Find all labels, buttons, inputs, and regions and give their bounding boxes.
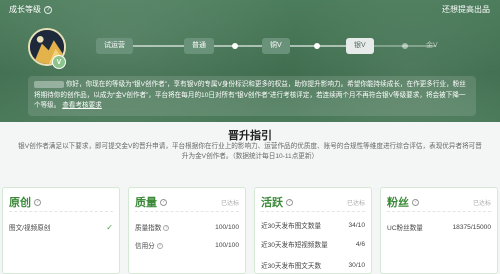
view-requirements-link[interactable]: 查看考核要求 xyxy=(62,102,102,109)
help-icon[interactable]: ? xyxy=(34,198,41,206)
row-value: 100/100 xyxy=(215,241,239,249)
card-row: 近30天发布图文天数 30/10 xyxy=(261,260,365,271)
card-row: UC粉丝数量 18375/15000 xyxy=(387,222,491,233)
guide-description: 银V创作者满足以下要求，即可提交金V的晋升申请，平台根据你在行业上的影响力、运营… xyxy=(18,143,482,160)
level-trial: 试运营 xyxy=(96,38,133,54)
level-banner: 成长等级 ? 还想提高出品 V 试运营 普通 铜V 银V 金V 你好，你现在的等… xyxy=(0,0,500,122)
row-value: 30/10 xyxy=(348,261,365,269)
help-icon[interactable]: ? xyxy=(286,198,293,206)
row-label: 图文/视频原创 xyxy=(9,225,51,232)
row-label: 质量指数 xyxy=(135,225,162,232)
level-bronze: 铜V xyxy=(262,38,290,54)
vip-badge-label: V xyxy=(56,58,62,66)
card-quality: 质量 ? 已达标 质量指数? 100/100 信用分? 100/100 xyxy=(128,187,246,274)
row-label: 近30天发布短视频数量 xyxy=(261,242,328,249)
card-row: 信用分? 100/100 xyxy=(135,240,239,251)
row-label: 信用分 xyxy=(135,243,155,250)
check-icon: ✓ xyxy=(106,222,113,232)
row-value: 34/10 xyxy=(348,221,365,229)
card-row: 图文/视频原创 ✓ xyxy=(9,222,113,233)
help-icon[interactable]: ? xyxy=(163,225,170,232)
card-row: 质量指数? 100/100 xyxy=(135,222,239,233)
row-label: UC粉丝数量 xyxy=(387,225,423,232)
row-value: 18375/15000 xyxy=(452,223,491,231)
row-label: 近30天发布图文数量 xyxy=(261,223,322,230)
card-row: 近30天发布短视频数量 4/6 xyxy=(261,239,365,250)
guide-title: 晋升指引 xyxy=(228,130,272,142)
masked-username xyxy=(34,80,64,88)
row-value: 4/6 xyxy=(355,240,365,248)
status-badge: 已达标 xyxy=(220,201,239,207)
divider xyxy=(261,211,365,212)
divider xyxy=(135,211,239,212)
card-row: 近30天发布图文数量 34/10 xyxy=(261,220,365,231)
card-title: 原创 xyxy=(9,197,31,209)
level-dot xyxy=(314,43,320,49)
level-gold: 金V xyxy=(426,42,438,49)
card-title: 活跃 xyxy=(261,197,283,209)
growth-level-label: 成长等级 xyxy=(9,5,41,14)
level-dot xyxy=(232,43,238,49)
row-value: 100/100 xyxy=(215,223,239,231)
status-badge: 已达标 xyxy=(346,201,365,207)
card-activity: 活跃 ? 已达标 近30天发布图文数量 34/10 近30天发布短视频数量 4/… xyxy=(254,187,372,274)
card-title: 质量 xyxy=(135,197,157,209)
divider xyxy=(387,211,491,212)
help-icon[interactable]: ? xyxy=(412,198,419,206)
divider xyxy=(9,211,113,212)
vip-badge-icon: V xyxy=(52,55,66,69)
status-badge: 已达标 xyxy=(472,201,491,207)
level-silver-current: 银V xyxy=(346,38,374,54)
row-label: 近30天发布图文天数 xyxy=(261,263,322,270)
level-notice: 你好，你现在的等级为“银V创作者”，享有银V的专属V身份标识和更多的权益，助你提… xyxy=(28,76,476,116)
header-link[interactable]: 还想提高出品 xyxy=(442,4,490,15)
help-icon[interactable]: ? xyxy=(160,198,167,206)
card-fans: 粉丝 ? 已达标 UC粉丝数量 18375/15000 xyxy=(380,187,498,274)
level-normal: 普通 xyxy=(184,38,214,54)
help-icon[interactable]: ? xyxy=(156,243,163,250)
card-title: 粉丝 xyxy=(387,197,409,209)
growth-level-title: 成长等级 ? xyxy=(9,4,52,15)
level-dot xyxy=(402,43,408,49)
level-track: 试运营 普通 铜V 银V 金V xyxy=(96,38,438,54)
card-original: 原创 ? 图文/视频原创 ✓ xyxy=(2,187,120,274)
help-icon[interactable]: ? xyxy=(44,5,52,14)
